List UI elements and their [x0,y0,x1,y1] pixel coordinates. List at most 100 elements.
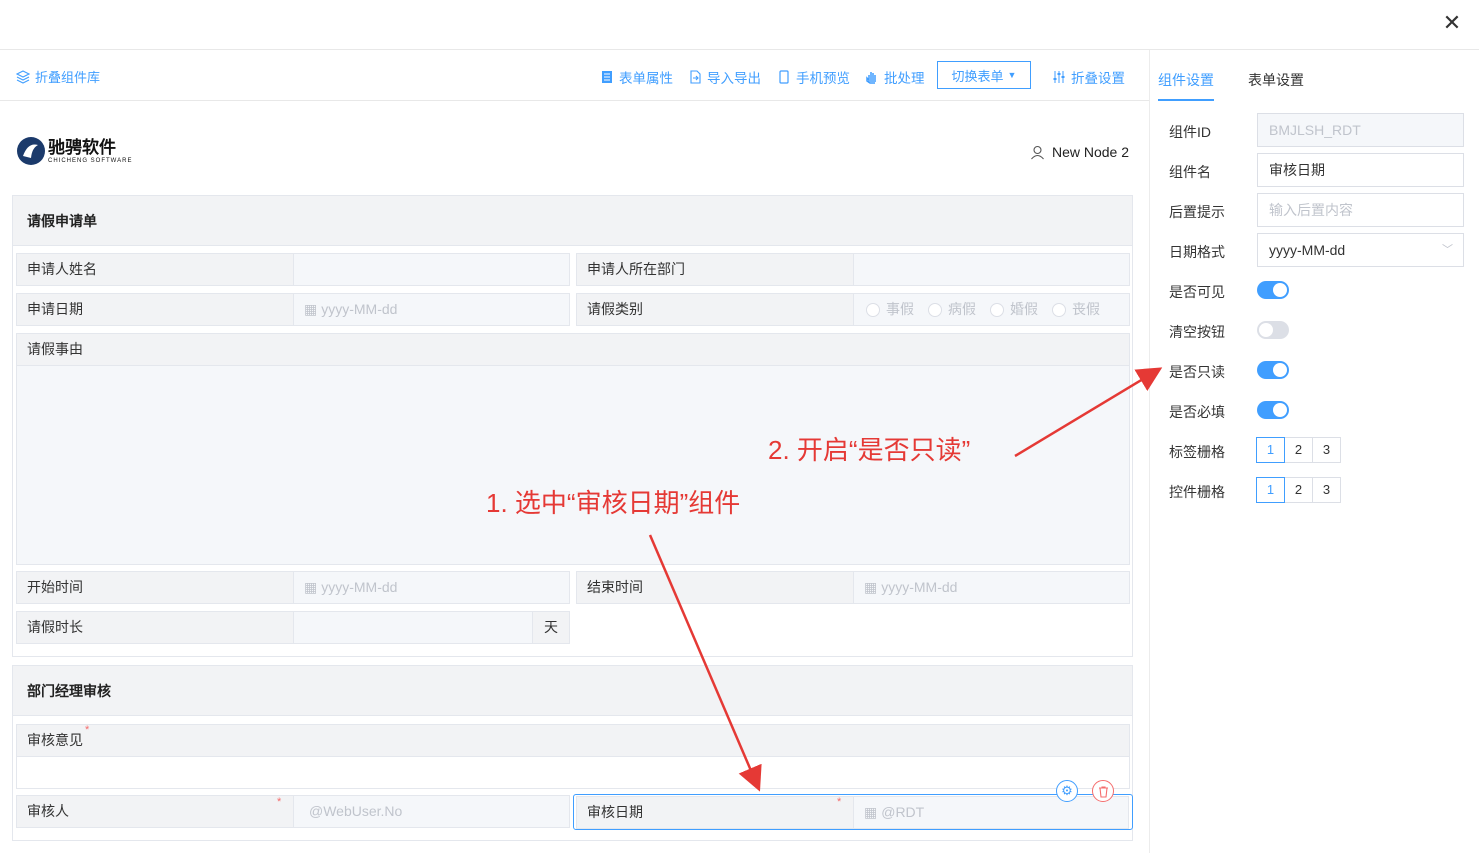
control-grid-option[interactable]: 3 [1312,477,1341,503]
label-grid-option[interactable]: 3 [1312,437,1341,463]
applicant-name-label[interactable]: 申请人姓名 [16,253,294,286]
import-export-icon [690,70,701,84]
section-title: 部门经理审核 [13,666,1132,716]
visible-label: 是否可见 [1169,284,1225,300]
start-time-field[interactable]: ▦ yyyy-MM-dd [293,571,570,604]
logo-subtitle: CHICHENG SOFTWARE [48,157,133,164]
date-format-label: 日期格式 [1169,244,1225,260]
clear-button-toggle[interactable] [1257,321,1289,339]
radio-circle-icon [866,302,880,317]
end-time-field[interactable]: ▦ yyyy-MM-dd [853,571,1130,604]
close-icon[interactable]: ✕ [1441,12,1463,34]
calendar-icon: ▦ [864,804,878,820]
designer-area: 折叠组件库 表单属性 导入导出 手机预览 批处理 切换表单 ▼ 折叠设置 驰骋软… [0,50,1149,853]
dialog-header: ✕ [0,0,1479,50]
leave-application-section: 请假申请单 申请人姓名 申请人所在部门 申请日期 ▦ yyyy-MM-dd 请假类… [12,195,1133,657]
opinion-field[interactable] [16,756,1130,789]
apply-date-label[interactable]: 申请日期 [16,293,294,326]
layers-icon [16,69,30,84]
readonly-label: 是否只读 [1169,364,1225,380]
visible-toggle[interactable] [1257,281,1289,299]
required-mark: * [85,724,90,736]
caret-down-icon: ▼ [1007,70,1017,80]
applicant-dept-field[interactable] [853,253,1130,286]
batch-label: 批处理 [884,71,925,86]
duration-label[interactable]: 请假时长 [16,611,294,644]
node-indicator: New Node 2 [1030,144,1129,160]
calendar-icon: ▦ [304,579,318,595]
required-mark: * [837,796,842,808]
required-toggle[interactable] [1257,401,1289,419]
annotation-step-1: 1. 选中“审核日期”组件 [486,488,741,518]
settings-tabs: 组件设置 表单设置 [1158,50,1304,101]
document-icon [602,71,612,83]
radio-funeral[interactable]: 丧假 [1052,294,1100,325]
mobile-preview-button[interactable]: 手机预览 [777,67,850,87]
date-format-value: yyyy-MM-dd [1269,242,1346,258]
company-logo: 驰骋软件 CHICHENG SOFTWARE [16,136,132,166]
designer-toolbar: 折叠组件库 表单属性 导入导出 手机预览 批处理 切换表单 ▼ 折叠设置 [0,50,1149,101]
radio-marriage[interactable]: 婚假 [990,294,1038,325]
component-name-field[interactable]: 审核日期 [1257,153,1464,187]
tab-form-settings[interactable]: 表单设置 [1248,50,1304,101]
reason-label[interactable]: 请假事由 [16,333,1130,366]
fold-library-button[interactable]: 折叠组件库 [16,67,100,86]
date-placeholder: yyyy-MM-dd [881,579,958,595]
control-grid-segmented: 1 2 3 [1256,477,1341,503]
review-date-label[interactable]: 审核日期 [576,796,854,829]
control-grid-label: 控件栅格 [1169,484,1225,500]
gear-icon[interactable]: ⚙ [1056,780,1078,802]
control-grid-option[interactable]: 2 [1284,477,1313,503]
leave-type-label[interactable]: 请假类别 [576,293,854,326]
switch-form-label: 切换表单 [951,68,1004,84]
form-properties-button[interactable]: 表单属性 [600,67,673,87]
component-id-field[interactable]: BMJLSH_RDT [1257,113,1464,147]
date-placeholder: yyyy-MM-dd [321,301,398,317]
manager-review-section: 部门经理审核 审核意见 * 审核人 * @WebUser.No 审核日期 * ▦… [12,665,1133,841]
reviewer-label[interactable]: 审核人 [16,795,294,828]
date-format-select[interactable]: yyyy-MM-dd ﹀ [1257,233,1464,267]
switch-form-button[interactable]: 切换表单 ▼ [937,61,1031,89]
radio-circle-icon [1052,302,1066,317]
radio-personal[interactable]: 事假 [866,294,914,325]
label-grid-option[interactable]: 2 [1284,437,1313,463]
import-export-button[interactable]: 导入导出 [688,67,761,87]
reviewer-field[interactable]: @WebUser.No [293,795,570,828]
import-export-label: 导入导出 [707,71,761,86]
node-name: New Node 2 [1051,144,1129,160]
label-grid-segmented: 1 2 3 [1256,437,1341,463]
radio-marriage-label: 婚假 [1010,301,1038,317]
control-grid-option[interactable]: 1 [1256,477,1285,503]
date-placeholder: yyyy-MM-dd [321,579,398,595]
sliders-icon [1053,71,1065,83]
suffix-hint-label: 后置提示 [1169,204,1225,220]
applicant-dept-label[interactable]: 申请人所在部门 [576,253,854,286]
settings-panel: 组件设置 表单设置 组件ID BMJLSH_RDT 组件名 审核日期 后置提示 … [1149,50,1479,853]
clear-button-label: 清空按钮 [1169,324,1225,340]
radio-circle-icon [990,302,1004,317]
radio-sick-label: 病假 [948,301,976,317]
opinion-label[interactable]: 审核意见 [16,724,1130,757]
apply-date-field[interactable]: ▦ yyyy-MM-dd [293,293,570,326]
duration-field[interactable] [293,611,533,644]
end-time-label[interactable]: 结束时间 [576,571,854,604]
calendar-icon: ▦ [304,301,318,317]
calendar-icon: ▦ [864,579,878,595]
mobile-preview-label: 手机预览 [796,71,850,86]
review-date-field[interactable]: ▦ @RDT [853,796,1129,829]
suffix-hint-field[interactable]: 输入后置内容 [1257,193,1464,227]
readonly-toggle[interactable] [1257,361,1289,379]
start-time-label[interactable]: 开始时间 [16,571,294,604]
radio-sick[interactable]: 病假 [928,294,976,325]
tab-component-settings[interactable]: 组件设置 [1158,50,1214,101]
batch-button[interactable]: 批处理 [865,67,925,87]
delete-icon[interactable] [1092,780,1114,802]
form-properties-label: 表单属性 [619,71,673,86]
phone-icon [779,70,789,84]
applicant-name-field[interactable] [293,253,570,286]
label-grid-option[interactable]: 1 [1256,437,1285,463]
logo-title: 驰骋软件 [48,137,116,157]
component-id-label: 组件ID [1169,124,1211,140]
fold-settings-button[interactable]: 折叠设置 [1052,67,1125,87]
leave-type-radio-group[interactable]: 事假 病假 婚假 丧假 [853,293,1130,326]
